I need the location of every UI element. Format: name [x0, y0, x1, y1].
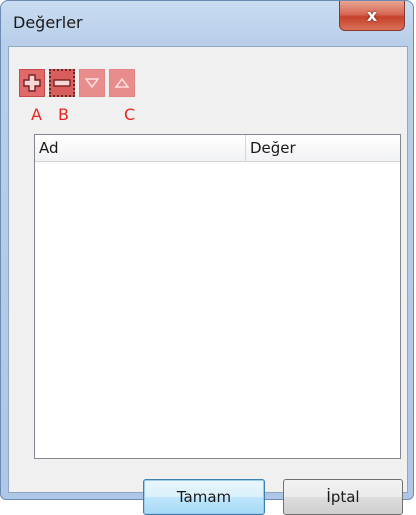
close-button[interactable]: x: [339, 1, 405, 31]
toolbar: [19, 69, 135, 99]
remove-button[interactable]: [49, 69, 75, 97]
column-header-value[interactable]: Değer: [246, 135, 401, 161]
cancel-button[interactable]: İptal: [283, 479, 403, 515]
remove-icon: [53, 79, 71, 87]
window-title: Değerler: [13, 13, 83, 32]
dialog-window: Değerler x A B C Ad Değer Tamam İptal: [0, 0, 414, 515]
ok-button[interactable]: Tamam: [143, 479, 265, 515]
move-up-button[interactable]: [109, 69, 135, 97]
list-header: Ad Değer: [35, 135, 400, 162]
add-button[interactable]: [19, 69, 45, 97]
toolbar-annotations: A B C: [24, 105, 164, 125]
column-header-name[interactable]: Ad: [35, 135, 246, 161]
annotation-a: A: [31, 105, 42, 124]
values-list[interactable]: Ad Değer: [34, 134, 401, 459]
move-down-icon: [84, 78, 100, 89]
move-down-button[interactable]: [79, 69, 105, 97]
annotation-c: C: [124, 105, 136, 124]
close-icon: x: [366, 6, 378, 25]
move-up-icon: [114, 77, 130, 88]
annotation-b: B: [58, 105, 69, 124]
add-icon: [23, 74, 41, 92]
dialog-client-area: A B C Ad Değer Tamam İptal: [8, 46, 408, 515]
